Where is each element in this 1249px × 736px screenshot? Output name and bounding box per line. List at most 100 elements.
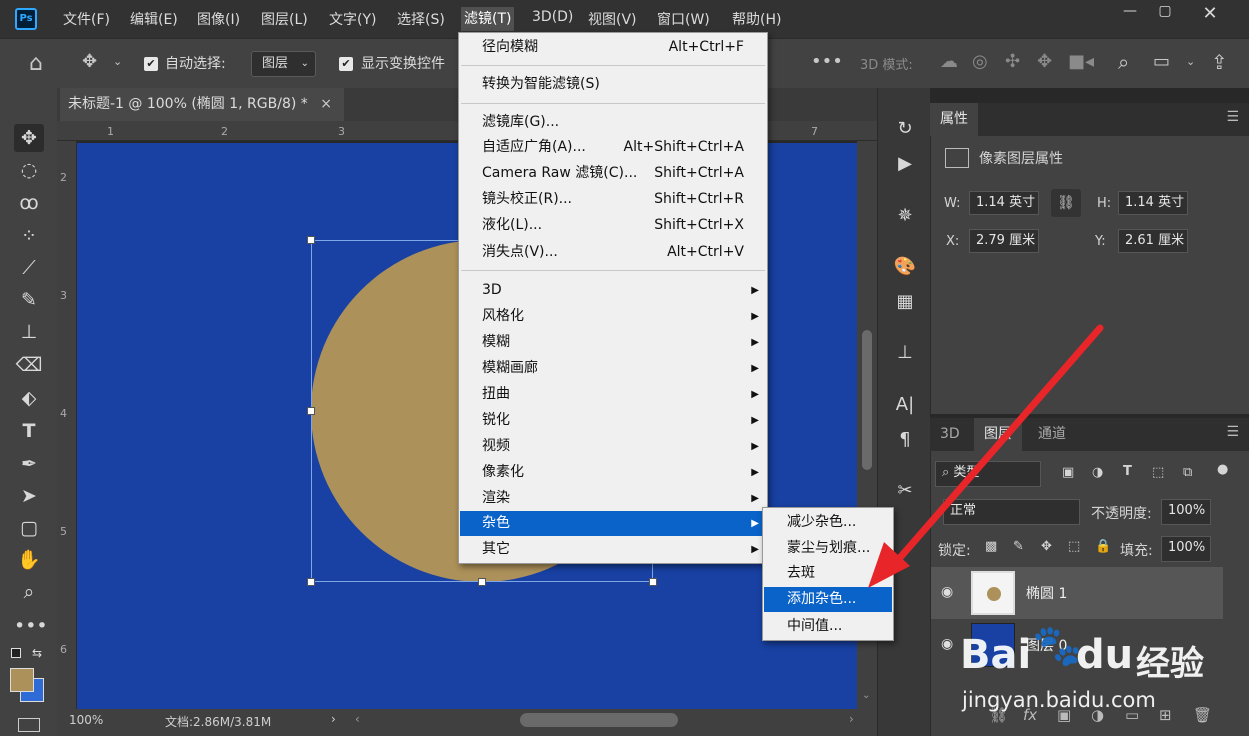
zoom-tool-icon[interactable]: ⌕ — [14, 578, 44, 606]
submenu-noise[interactable]: 杂色 ▶ — [460, 511, 766, 536]
move-tool-icon[interactable]: ✥ — [82, 51, 97, 72]
lock-position-icon[interactable]: ✥ — [1041, 539, 1052, 554]
horizontal-scroll-thumb[interactable] — [520, 713, 678, 727]
chevron-down-icon[interactable]: ⌄ — [113, 55, 122, 68]
maximize-icon[interactable]: ▢ — [1155, 3, 1175, 23]
menu-item-vanishing-point[interactable]: 消失点(V)... Alt+Ctrl+V — [460, 240, 766, 265]
layer-row-ellipse[interactable]: ◉ 椭圆 1 — [931, 567, 1223, 619]
stamp-tool-icon[interactable]: ⊥ — [14, 318, 44, 346]
document-tab[interactable]: 未标题-1 @ 100% (椭圆 1, RGB/8) * × — [60, 88, 344, 121]
shape-tool-icon[interactable]: ▢ — [14, 514, 44, 542]
tab-properties[interactable]: 属性 — [930, 103, 978, 136]
stamp-icon[interactable]: ⊥ — [892, 342, 918, 368]
menu-item-radial-blur[interactable]: 径向模糊 Alt+Ctrl+F — [460, 35, 766, 60]
menu-item-filter-gallery[interactable]: 滤镜库(G)... — [460, 110, 766, 135]
panel-menu-icon[interactable]: ☰ — [1226, 424, 1239, 440]
blend-mode-dropdown[interactable]: 正常 — [943, 499, 1080, 525]
scroll-down-icon[interactable]: ⌄ — [862, 690, 870, 701]
visibility-eye-icon[interactable]: ◉ — [941, 636, 953, 652]
filter-smart-object-icon[interactable]: ⧉ — [1183, 465, 1192, 480]
menu-help[interactable]: 帮助(H) — [732, 9, 781, 29]
marquee-tool-icon[interactable]: ◌ — [14, 156, 44, 184]
menu-file[interactable]: 文件(F) — [63, 9, 110, 29]
minimize-icon[interactable]: — — [1120, 3, 1140, 23]
menu-3d[interactable]: 3D(D) — [532, 9, 573, 25]
filter-pixel-icon[interactable]: ▣ — [1062, 465, 1074, 480]
paragraph-icon[interactable]: ¶ — [892, 429, 918, 455]
layer-filter-dropdown[interactable]: ⌕ 类型 — [935, 461, 1041, 487]
zoom-level[interactable]: 100% — [69, 713, 103, 727]
menu-view[interactable]: 视图(V) — [588, 9, 637, 29]
width-field[interactable]: 1.14 英寸 — [969, 191, 1039, 215]
menu-edit[interactable]: 编辑(E) — [130, 9, 178, 29]
fill-field[interactable]: 100% — [1161, 536, 1211, 562]
transform-handle[interactable] — [307, 236, 315, 244]
paint-bucket-tool-icon[interactable]: ⬖ — [14, 384, 44, 412]
menu-layer[interactable]: 图层(L) — [261, 9, 308, 29]
submenu-3d[interactable]: 3D ▶ — [460, 278, 766, 303]
tab-layers[interactable]: 图层 — [974, 418, 1022, 451]
tab-channels[interactable]: 通道 — [1028, 418, 1076, 451]
more-tools-icon[interactable]: ••• — [14, 612, 48, 640]
transform-handle[interactable] — [649, 578, 657, 586]
menu-filter[interactable]: 滤镜(T) — [461, 7, 515, 31]
eraser-tool-icon[interactable]: ⌫ — [14, 351, 44, 379]
eyedropper-tool-icon[interactable]: ⟋ — [14, 254, 44, 282]
tab-3d[interactable]: 3D — [930, 418, 970, 451]
submenu-render[interactable]: 渲染 ▶ — [460, 486, 766, 511]
auto-select-checkbox[interactable]: ✔ — [144, 57, 158, 71]
show-transform-checkbox[interactable]: ✔ — [339, 57, 353, 71]
hand-tool-icon[interactable]: ✋ — [14, 546, 44, 574]
search-icon[interactable]: ⌕ — [1118, 50, 1129, 74]
actions-play-icon[interactable]: ▶ — [892, 153, 918, 179]
chevron-right-icon[interactable]: › — [331, 712, 336, 726]
quick-select-tool-icon[interactable]: ⁘ — [14, 222, 44, 250]
menu-item-reduce-noise[interactable]: 减少杂色... — [764, 510, 892, 535]
quick-mask-icon[interactable] — [18, 718, 40, 732]
submenu-distort[interactable]: 扭曲 ▶ — [460, 382, 766, 407]
menu-window[interactable]: 窗口(W) — [657, 9, 710, 29]
transform-handle[interactable] — [307, 407, 315, 415]
lock-transparent-icon[interactable]: ▩ — [985, 539, 997, 554]
swatches-grid-icon[interactable]: ▦ — [892, 291, 918, 317]
character-icon[interactable]: A| — [892, 394, 918, 420]
submenu-video[interactable]: 视频 ▶ — [460, 434, 766, 459]
scroll-left-icon[interactable]: ‹ — [355, 712, 360, 726]
visibility-eye-icon[interactable]: ◉ — [941, 584, 953, 600]
menu-item-convert-smart-filter[interactable]: 转换为智能滤镜(S) — [460, 72, 766, 97]
swap-colors-icon[interactable]: ⇆ — [32, 646, 42, 660]
foreground-color-swatch[interactable] — [10, 668, 34, 692]
transform-handle[interactable] — [307, 578, 315, 586]
chevron-down-icon[interactable]: ⌄ — [1186, 55, 1195, 68]
lock-pixels-icon[interactable]: ✎ — [1013, 539, 1024, 554]
submenu-blur[interactable]: 模糊 ▶ — [460, 330, 766, 355]
scroll-right-icon[interactable]: › — [849, 712, 854, 726]
submenu-sharpen[interactable]: 锐化 ▶ — [460, 408, 766, 433]
move-tool-icon[interactable]: ✥ — [14, 124, 44, 152]
tools-scissors-icon[interactable]: ✂ — [892, 480, 918, 506]
close-tab-icon[interactable]: × — [320, 88, 332, 121]
filter-adjustment-icon[interactable]: ◑ — [1092, 465, 1103, 480]
y-field[interactable]: 2.61 厘米 — [1118, 229, 1188, 253]
menu-item-camera-raw[interactable]: Camera Raw 滤镜(C)... Shift+Ctrl+A — [460, 161, 766, 186]
submenu-stylize[interactable]: 风格化 ▶ — [460, 304, 766, 329]
auto-select-target-dropdown[interactable]: 图层 ⌄ — [251, 51, 316, 77]
lock-all-icon[interactable]: 🔒 — [1095, 539, 1111, 554]
menu-item-despeckle[interactable]: 去斑 — [764, 561, 892, 586]
menu-item-median[interactable]: 中间值... — [764, 614, 892, 639]
link-icon[interactable]: ⛓ — [1051, 189, 1081, 217]
filter-type-icon[interactable]: T — [1123, 464, 1132, 479]
brush-tool-icon[interactable]: ✎ — [14, 286, 44, 314]
menu-item-lens-correction[interactable]: 镜头校正(R)... Shift+Ctrl+R — [460, 187, 766, 212]
workspace-icon[interactable]: ▭ — [1153, 51, 1170, 72]
default-colors-icon[interactable] — [11, 648, 21, 658]
color-palette-icon[interactable]: 🎨 — [892, 256, 918, 282]
filter-toggle-icon[interactable]: ● — [1217, 462, 1228, 477]
panel-menu-icon[interactable]: ☰ — [1226, 109, 1239, 125]
share-icon[interactable]: ⇪ — [1211, 50, 1228, 74]
menu-select[interactable]: 选择(S) — [397, 9, 445, 29]
type-tool-icon[interactable]: T — [14, 417, 44, 445]
menu-item-dust-scratches[interactable]: 蒙尘与划痕... — [764, 536, 892, 561]
menu-image[interactable]: 图像(I) — [197, 9, 240, 29]
menu-item-adaptive-wide-angle[interactable]: 自适应广角(A)... Alt+Shift+Ctrl+A — [460, 135, 766, 160]
